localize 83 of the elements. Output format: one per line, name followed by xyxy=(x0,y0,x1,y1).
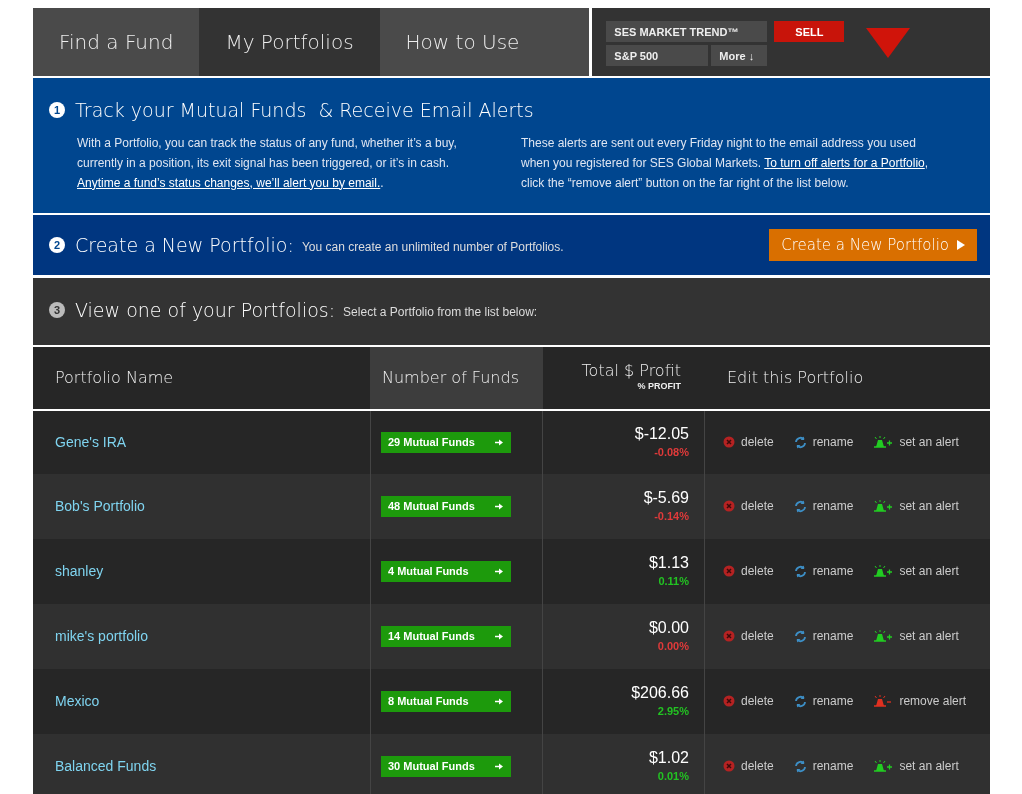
remove-alert-button[interactable]: remove alert xyxy=(873,692,967,710)
close-icon xyxy=(723,500,735,512)
fund-count-button[interactable]: 30 Mutual Funds xyxy=(381,755,511,777)
arrow-right-icon xyxy=(495,697,503,705)
profit-value: $-12.05 xyxy=(634,423,689,444)
portfolio-name-link[interactable]: Bob's Portfolio xyxy=(55,495,145,517)
column-header[interactable]: Edit this Portfolio xyxy=(727,368,968,387)
profit-value: $1.02 xyxy=(648,747,689,768)
column-subheader: % PROFIT xyxy=(637,379,681,393)
rename-button[interactable]: rename xyxy=(793,757,854,775)
column-header[interactable]: Portfolio Name xyxy=(55,368,348,387)
nav-tab[interactable]: My Portfolios xyxy=(199,8,380,76)
profit-percent: -0.08% xyxy=(654,444,689,460)
fund-count-button[interactable]: 4 Mutual Funds xyxy=(381,560,511,582)
arrow-right-icon xyxy=(495,502,503,510)
refresh-icon xyxy=(793,499,807,513)
close-icon xyxy=(723,565,735,577)
set-alert-button[interactable]: set an alert xyxy=(873,757,959,775)
section-title: Track your Mutual Funds & Receive Email Alerts xyxy=(75,98,534,123)
nav-tab[interactable]: Find a Fund xyxy=(33,8,200,76)
section-title: View one of your Portfolios: xyxy=(75,298,336,323)
delete-button[interactable]: delete xyxy=(723,757,774,775)
delete-button[interactable]: delete xyxy=(723,497,774,515)
close-icon xyxy=(723,695,735,707)
close-icon xyxy=(723,630,735,642)
delete-button[interactable]: delete xyxy=(723,692,774,710)
section-note: Select a Portfolio from the list below: xyxy=(343,304,538,322)
rename-button[interactable]: rename xyxy=(793,562,854,580)
profit-value: $-5.69 xyxy=(643,487,689,508)
trend-signal: SELL xyxy=(774,21,845,42)
refresh-icon xyxy=(793,435,807,449)
step-number-icon: 1 xyxy=(49,102,65,119)
rename-button[interactable]: rename xyxy=(793,497,854,515)
delete-button[interactable]: delete xyxy=(723,627,774,645)
portfolio-name-link[interactable]: Mexico xyxy=(55,690,100,712)
rename-button[interactable]: rename xyxy=(793,692,854,710)
arrow-right-icon xyxy=(495,567,503,575)
refresh-icon xyxy=(793,694,807,708)
portfolio-name-link[interactable]: Balanced Funds xyxy=(55,755,157,777)
arrow-right-icon xyxy=(495,632,503,640)
fund-count-button[interactable]: 29 Mutual Funds xyxy=(381,431,511,453)
rename-button[interactable]: rename xyxy=(793,433,854,451)
index-label: S&P 500 xyxy=(606,45,709,66)
more-button[interactable]: More ↓ xyxy=(711,45,768,66)
delete-button[interactable]: delete xyxy=(723,433,774,451)
text-link[interactable]: To turn off alerts for a Portfolio xyxy=(764,155,925,170)
set-alert-button[interactable]: set an alert xyxy=(873,627,959,645)
set-alert-button[interactable]: set an alert xyxy=(873,433,959,451)
section-note: You can create an unlimited number of Portfolios. xyxy=(301,238,564,256)
paragraph: These alerts are sent out every Friday night to the email address you used when you registered for SES Global Markets. To turn off alerts for a Portfolio, click the “remove alert” button on the far right of the list below. xyxy=(521,134,930,192)
close-icon xyxy=(723,436,735,448)
play-icon xyxy=(957,239,965,250)
fund-count-button[interactable]: 48 Mutual Funds xyxy=(381,495,511,517)
profit-value: $0.00 xyxy=(648,617,689,638)
step-number-icon: 3 xyxy=(49,302,65,319)
arrow-right-icon xyxy=(495,438,503,446)
portfolio-name-link[interactable]: mike's portfolio xyxy=(55,625,148,647)
column-header[interactable]: Total $ Profit xyxy=(581,361,681,380)
profit-percent: 0.00% xyxy=(657,638,689,654)
delete-button[interactable]: delete xyxy=(723,562,774,580)
close-icon xyxy=(723,760,735,772)
step-number-icon: 2 xyxy=(49,236,65,253)
profit-percent: 2.95% xyxy=(657,703,689,719)
refresh-icon xyxy=(793,564,807,578)
set-alert-button[interactable]: set an alert xyxy=(873,562,959,580)
refresh-icon xyxy=(793,759,807,773)
rename-button[interactable]: rename xyxy=(793,627,854,645)
profit-percent: 0.01% xyxy=(657,768,689,784)
paragraph: With a Portfolio, you can track the status of any fund, whether it’s a buy, currently in a position, its exit signal has been triggered, or it’s in cash. Anytime a fund’s status changes, we’ll alert you by email.. xyxy=(77,134,458,192)
profit-value: $206.66 xyxy=(631,682,689,703)
profit-percent: 0.11% xyxy=(658,573,689,589)
arrow-right-icon xyxy=(495,762,503,770)
portfolio-name-link[interactable]: shanley xyxy=(55,560,104,582)
nav-tab[interactable]: How to Use xyxy=(379,8,590,76)
fund-count-button[interactable]: 14 Mutual Funds xyxy=(381,625,511,647)
refresh-icon xyxy=(793,629,807,643)
portfolio-name-link[interactable]: Gene's IRA xyxy=(55,431,127,453)
section-title: Create a New Portfolio: xyxy=(75,232,294,258)
profit-value: $1.13 xyxy=(648,552,689,573)
set-alert-button[interactable]: set an alert xyxy=(873,497,959,515)
market-trend-label: SES MARKET TREND™ xyxy=(606,21,768,42)
fund-count-button[interactable]: 8 Mutual Funds xyxy=(381,690,511,712)
profit-percent: -0.14% xyxy=(654,508,689,524)
